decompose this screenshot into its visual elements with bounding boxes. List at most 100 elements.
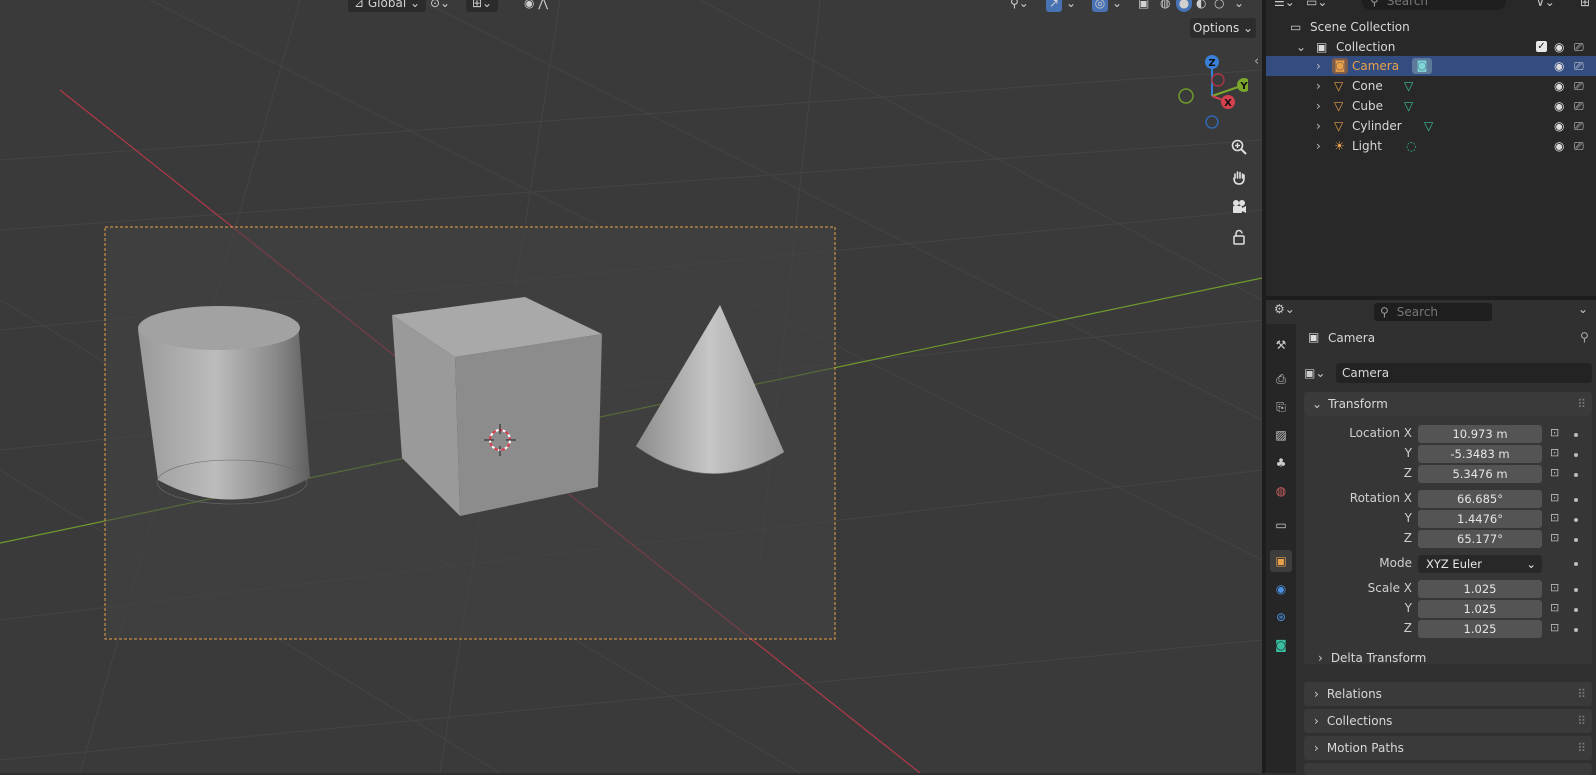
lock-icon[interactable]: ⊡ xyxy=(1550,581,1559,594)
expand-chevron-icon[interactable]: › xyxy=(1316,59,1321,73)
keyframe-dot-icon[interactable] xyxy=(1574,498,1578,502)
keyframe-dot-icon[interactable] xyxy=(1574,473,1578,477)
scene-tab-icon[interactable]: ♣ xyxy=(1270,452,1292,474)
pivot-point-icon[interactable]: ⊙⌄ xyxy=(430,0,450,12)
tool-tab-icon[interactable]: ⚒ xyxy=(1270,334,1292,356)
rotation-z-field[interactable]: 65.177° xyxy=(1418,530,1542,548)
display-mode-icon[interactable]: ☰⌄ xyxy=(1274,0,1295,9)
scale-z-field[interactable]: 1.025 xyxy=(1418,620,1542,638)
new-collection-icon[interactable]: ⊞ xyxy=(1580,0,1590,9)
pin-icon[interactable]: ⚲ xyxy=(1580,330,1589,344)
options-dropdown-icon[interactable]: ⌄ xyxy=(1578,302,1588,316)
eye-icon[interactable]: ◉ xyxy=(1554,40,1564,54)
scale-x-field[interactable]: 1.025 xyxy=(1418,580,1542,598)
drag-handle-icon[interactable]: ⠿ xyxy=(1577,687,1586,701)
properties-search-field[interactable]: ⚲ Search xyxy=(1374,303,1492,321)
eye-icon[interactable]: ◉ xyxy=(1554,119,1564,133)
render-tab-icon[interactable]: ⎙ xyxy=(1270,368,1292,390)
expand-chevron-icon[interactable]: › xyxy=(1316,79,1321,93)
render-camera-icon[interactable]: ⎚ xyxy=(1574,99,1584,114)
lock-icon[interactable]: ⊡ xyxy=(1550,511,1559,524)
render-camera-icon[interactable]: ⎚ xyxy=(1574,79,1584,94)
expand-chevron-icon[interactable]: › xyxy=(1316,99,1321,113)
object-name-field[interactable]: Camera xyxy=(1336,363,1592,383)
location-z-field[interactable]: 5.3476 m xyxy=(1418,465,1542,483)
mesh-data-icon[interactable]: ▽ xyxy=(1404,79,1413,93)
zoom-icon[interactable] xyxy=(1226,134,1252,160)
delta-transform-subpanel[interactable]: › Delta Transform xyxy=(1318,648,1588,668)
camera-data-tab-icon[interactable]: ◙ xyxy=(1270,634,1292,656)
expand-chevron-icon[interactable]: › xyxy=(1316,119,1321,133)
shading-dropdown-icon[interactable]: ⌄ xyxy=(1234,0,1244,12)
outliner-filter-dropdown-icon[interactable]: ⊽⌄ xyxy=(1536,0,1555,9)
outliner-item-cube[interactable]: › ▽ Cube ▽ ◉ ⎚ xyxy=(1266,96,1596,116)
lock-camera-icon[interactable] xyxy=(1226,224,1252,250)
sidebar-toggle-icon[interactable]: ‹ xyxy=(1254,54,1259,69)
outliner-item-camera[interactable]: › ◙ Camera ◙ ◉ ⎚ xyxy=(1266,56,1596,76)
lock-icon[interactable]: ⊡ xyxy=(1550,621,1559,634)
exclude-checkbox[interactable]: ✓ xyxy=(1536,41,1547,52)
object-type-dropdown[interactable]: ▣⌄ xyxy=(1304,363,1336,383)
navigation-gizmo[interactable]: Z Y X xyxy=(1168,48,1248,136)
outliner-item-cone[interactable]: › ▽ Cone ▽ ◉ ⎚ xyxy=(1266,76,1596,96)
lock-icon[interactable]: ⊡ xyxy=(1550,601,1559,614)
visibility-panel-header[interactable] xyxy=(1304,763,1592,775)
rendered-shading-icon[interactable]: ○ xyxy=(1214,0,1224,12)
rotation-mode-dropdown[interactable]: XYZ Euler ⌄ xyxy=(1418,555,1542,573)
collection-tab-icon[interactable]: ▭ xyxy=(1270,514,1292,536)
keyframe-dot-icon[interactable] xyxy=(1574,518,1578,522)
render-camera-icon[interactable]: ⎚ xyxy=(1574,139,1584,154)
drag-handle-icon[interactable]: ⠿ xyxy=(1577,397,1586,411)
physics-tab-icon[interactable]: ◉ xyxy=(1270,578,1292,600)
eye-icon[interactable]: ◉ xyxy=(1554,79,1564,93)
mesh-data-icon[interactable]: ▽ xyxy=(1424,119,1433,133)
eye-icon[interactable]: ◉ xyxy=(1554,139,1564,153)
gizmo-toggle-icon[interactable]: ↗ xyxy=(1046,0,1062,12)
view-layer-tab-icon[interactable]: ▨ xyxy=(1270,424,1292,446)
location-x-field[interactable]: 10.973 m xyxy=(1418,425,1542,443)
light-data-icon[interactable]: ◌ xyxy=(1406,139,1416,153)
xray-toggle-icon[interactable]: ▣ xyxy=(1138,0,1149,12)
keyframe-dot-icon[interactable] xyxy=(1574,628,1578,632)
overlays-dropdown-icon[interactable]: ⌄ xyxy=(1112,0,1122,12)
world-tab-icon[interactable]: ◍ xyxy=(1270,480,1292,502)
lock-icon[interactable]: ⊡ xyxy=(1550,466,1559,479)
eye-icon[interactable]: ◉ xyxy=(1554,99,1564,113)
lock-icon[interactable]: ⊡ xyxy=(1550,491,1559,504)
drag-handle-icon[interactable]: ⠿ xyxy=(1577,741,1586,755)
keyframe-dot-icon[interactable] xyxy=(1574,538,1578,542)
wireframe-shading-icon[interactable]: ◍ xyxy=(1160,0,1170,12)
lock-icon[interactable]: ⊡ xyxy=(1550,426,1559,439)
outliner-search-field[interactable]: ⚲ Search xyxy=(1362,0,1506,10)
collections-panel-header[interactable]: › Collections ⠿ xyxy=(1304,709,1592,733)
render-camera-icon[interactable]: ⎚ xyxy=(1574,119,1584,134)
location-y-field[interactable]: -5.3483 m xyxy=(1418,445,1542,463)
eye-icon[interactable]: ◉ xyxy=(1554,59,1564,73)
overlays-toggle-icon[interactable]: ◎ xyxy=(1092,0,1108,12)
snap-icon[interactable]: ⊞⌄ xyxy=(466,0,499,12)
scale-y-field[interactable]: 1.025 xyxy=(1418,600,1542,618)
keyframe-dot-icon[interactable] xyxy=(1574,433,1578,437)
proportional-edit-icon[interactable]: ◉ ⋀ xyxy=(524,0,548,12)
gizmo-dropdown-icon[interactable]: ⌄ xyxy=(1066,0,1076,12)
lock-icon[interactable]: ⊡ xyxy=(1550,446,1559,459)
material-shading-icon[interactable]: ◐ xyxy=(1196,0,1206,12)
collection-row[interactable]: ⌄ ▣ Collection ✓ ◉ ⎚ xyxy=(1266,37,1596,57)
rotation-x-field[interactable]: 66.685° xyxy=(1418,490,1542,508)
filter-icon[interactable]: ▭⌄ xyxy=(1306,0,1327,9)
camera-data-icon[interactable]: ◙ xyxy=(1412,58,1432,74)
outliner-item-light[interactable]: › ☀ Light ◌ ◉ ⎚ xyxy=(1266,136,1596,156)
camera-view-icon[interactable] xyxy=(1226,194,1252,220)
constraints-tab-icon[interactable]: ⊛ xyxy=(1270,606,1292,628)
outliner-item-cylinder[interactable]: › ▽ Cylinder ▽ ◉ ⎚ xyxy=(1266,116,1596,136)
output-tab-icon[interactable]: ⎘ xyxy=(1270,396,1292,418)
collapse-chevron-icon[interactable]: ⌄ xyxy=(1296,40,1306,54)
keyframe-dot-icon[interactable] xyxy=(1574,562,1578,566)
rotation-y-field[interactable]: 1.4476° xyxy=(1418,510,1542,528)
scene-collection-row[interactable]: ▭ Scene Collection xyxy=(1266,17,1596,37)
transform-orientation-dropdown[interactable]: ⊿ Global ⌄ xyxy=(348,0,427,12)
options-button[interactable]: Options ⌄ xyxy=(1190,18,1256,38)
lock-icon[interactable]: ⊡ xyxy=(1550,531,1559,544)
render-camera-icon[interactable]: ⎚ xyxy=(1574,59,1584,74)
transform-panel-header[interactable]: ⌄ Transform ⠿ xyxy=(1304,392,1592,416)
